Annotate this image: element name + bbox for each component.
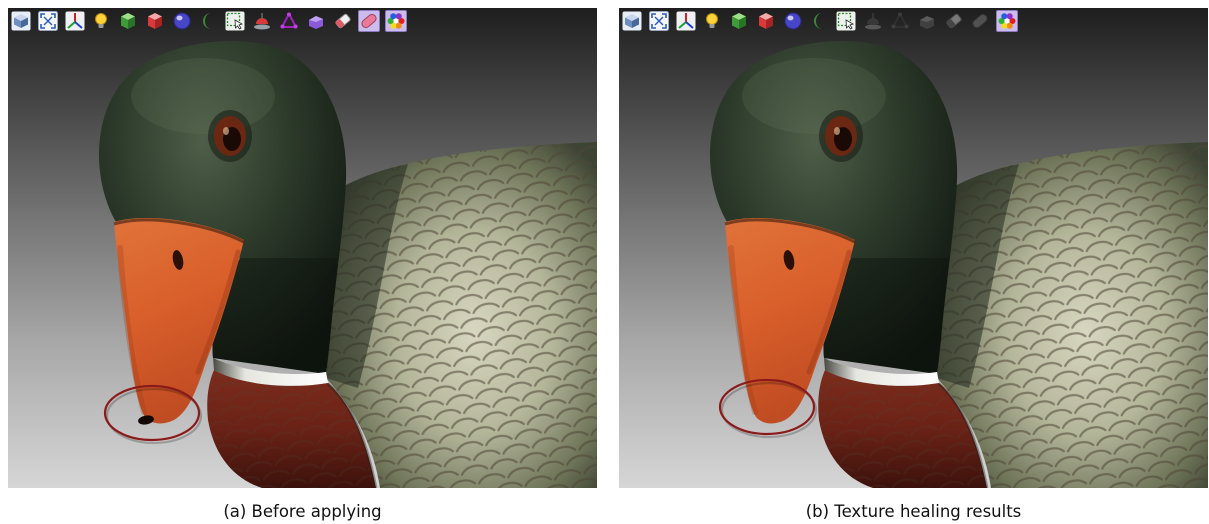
purple-block-icon[interactable]	[916, 10, 938, 32]
red-cube-icon[interactable]	[755, 10, 777, 32]
crescent-icon[interactable]	[809, 10, 831, 32]
green-cube-icon[interactable]	[117, 10, 139, 32]
dome-pin-icon[interactable]	[862, 10, 884, 32]
pill-icon[interactable]	[969, 10, 991, 32]
rainbow-palette-icon[interactable]	[996, 10, 1019, 32]
select-region-icon[interactable]	[224, 10, 246, 32]
select-region-icon[interactable]	[835, 10, 857, 32]
sphere-icon[interactable]	[171, 10, 193, 32]
axes-icon[interactable]	[64, 10, 86, 32]
view-cube-icon[interactable]	[10, 10, 32, 32]
viewer-3d[interactable]	[8, 8, 597, 488]
red-cube-icon[interactable]	[144, 10, 166, 32]
scene-canvas	[8, 8, 597, 488]
purple-block-icon[interactable]	[305, 10, 327, 32]
figure-caption: (a) Before applying	[223, 502, 382, 521]
pill-icon[interactable]	[358, 10, 381, 32]
triangle-node-icon[interactable]	[278, 10, 300, 32]
dome-pin-icon[interactable]	[251, 10, 273, 32]
duck-model	[710, 41, 1208, 488]
green-cube-icon[interactable]	[728, 10, 750, 32]
viewer-3d[interactable]	[619, 8, 1208, 488]
figure-caption: (b) Texture healing results	[805, 502, 1022, 521]
panel-after: (b) Texture healing results	[619, 8, 1208, 523]
zoom-fit-icon[interactable]	[37, 10, 59, 32]
view-cube-icon[interactable]	[621, 10, 643, 32]
zoom-fit-icon[interactable]	[648, 10, 670, 32]
sphere-icon[interactable]	[782, 10, 804, 32]
axes-icon[interactable]	[675, 10, 697, 32]
light-bulb-icon[interactable]	[90, 10, 112, 32]
panel-before: (a) Before applying	[8, 8, 597, 523]
light-bulb-icon[interactable]	[701, 10, 723, 32]
eraser-icon[interactable]	[943, 10, 965, 32]
viewer-toolbar	[10, 10, 408, 32]
scene-canvas	[619, 8, 1208, 488]
rainbow-palette-icon[interactable]	[385, 10, 408, 32]
triangle-node-icon[interactable]	[889, 10, 911, 32]
eraser-icon[interactable]	[332, 10, 354, 32]
crescent-icon[interactable]	[198, 10, 220, 32]
viewer-toolbar	[621, 10, 1019, 32]
duck-model	[99, 41, 597, 488]
